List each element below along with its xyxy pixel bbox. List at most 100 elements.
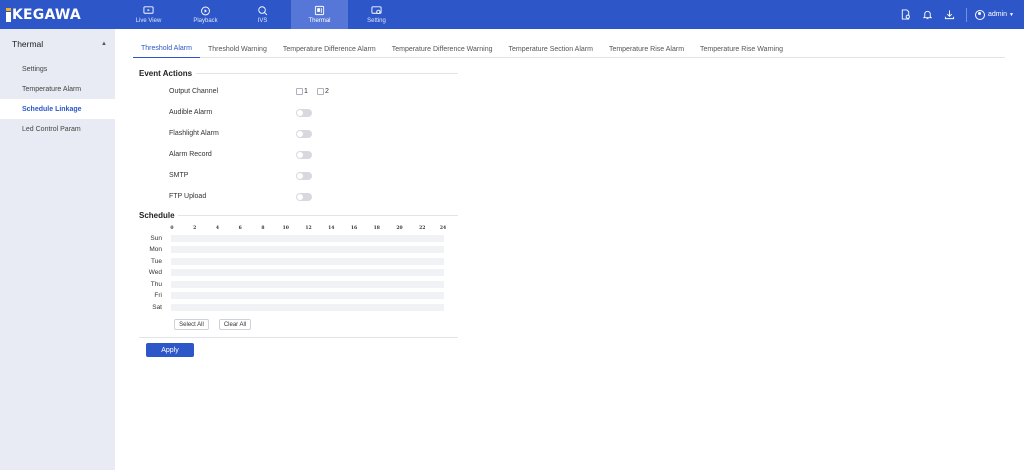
hour-label: 14 <box>328 226 335 231</box>
schedule-title: Schedule <box>139 211 175 220</box>
schedule-row-fri[interactable] <box>171 292 444 299</box>
setting-icon <box>371 6 382 14</box>
sidebar: Thermal ▲ Settings Temperature Alarm Sch… <box>0 29 115 470</box>
audible-alarm-label: Audible Alarm <box>169 109 213 116</box>
checkbox-label: 1 <box>304 88 308 95</box>
sidebar-item-settings[interactable]: Settings <box>0 59 115 79</box>
nav-label: IVS <box>257 18 268 24</box>
user-icon <box>974 9 985 20</box>
checkbox-box <box>317 88 324 95</box>
smtp-label: SMTP <box>169 172 189 179</box>
nav-label: Setting <box>367 18 386 24</box>
event-actions-title: Event Actions <box>139 69 193 78</box>
day-label-thu: Thu <box>150 281 162 288</box>
tab-temperature-rise-alarm[interactable]: Temperature Rise Alarm <box>601 40 692 58</box>
nav-label: Live View <box>135 18 162 24</box>
ivs-icon <box>258 6 268 16</box>
schedule-row-wed[interactable] <box>171 269 444 276</box>
nav-label: Playback <box>193 18 218 24</box>
alarm-record-toggle[interactable] <box>296 151 312 159</box>
tab-temperature-rise-warning[interactable]: Temperature Rise Warning <box>692 40 791 58</box>
sidebar-item-temperature-alarm[interactable]: Temperature Alarm <box>0 79 115 99</box>
smtp-toggle[interactable] <box>296 172 312 180</box>
tab-temperature-section-alarm[interactable]: Temperature Section Alarm <box>501 40 601 58</box>
sidebar-item-label: Led Control Param <box>22 125 81 133</box>
schedule-row-thu[interactable] <box>171 281 444 288</box>
top-right-tools: admin ▼ <box>900 0 1024 29</box>
schedule-row-mon[interactable] <box>171 246 444 253</box>
hour-label: 24 <box>439 226 447 231</box>
ftp-upload-toggle[interactable] <box>296 193 312 201</box>
day-label-fri: Fri <box>154 292 162 299</box>
bell-icon[interactable] <box>922 9 933 20</box>
clear-all-button[interactable]: Clear All <box>219 319 251 330</box>
day-label-tue: Tue <box>151 258 162 265</box>
day-label-wed: Wed <box>148 269 162 276</box>
sidebar-item-label: Temperature Alarm <box>22 85 82 93</box>
schedule-row-sat[interactable] <box>171 304 444 311</box>
output-channel-label: Output Channel <box>169 88 219 95</box>
hour-label: 0 <box>170 226 174 231</box>
main-nav: Live View Playback IVS Thermal Setting <box>120 0 405 29</box>
flashlight-alarm-toggle[interactable] <box>296 130 312 138</box>
sidebar-item-schedule-linkage[interactable]: Schedule Linkage <box>0 99 115 119</box>
hour-label: 10 <box>282 226 289 231</box>
playback-icon <box>201 6 210 16</box>
divider <box>965 7 967 22</box>
user-menu[interactable]: admin ▼ <box>974 9 1014 20</box>
nav-label: Thermal <box>308 18 331 24</box>
user-name: admin <box>987 11 1008 18</box>
nav-live-view[interactable]: Live View <box>120 0 177 29</box>
output-channel-2-checkbox[interactable]: 2 <box>317 88 329 95</box>
alarm-record-label: Alarm Record <box>169 151 212 158</box>
section-divider <box>196 73 458 74</box>
hour-label: 12 <box>305 226 312 231</box>
form-divider <box>139 337 458 338</box>
output-channel-1-checkbox[interactable]: 1 <box>296 88 308 95</box>
apply-button[interactable]: Apply <box>146 343 194 357</box>
nav-setting[interactable]: Setting <box>348 0 405 29</box>
chevron-up-icon: ▲ <box>101 41 107 47</box>
hour-label: 16 <box>350 226 358 231</box>
logo-text: KEGAWA <box>12 6 81 23</box>
hour-label: 6 <box>238 226 242 231</box>
sidebar-item-label: Settings <box>22 65 48 73</box>
audible-alarm-toggle[interactable] <box>296 109 312 117</box>
logo-mark-icon <box>6 7 11 22</box>
file-icon[interactable] <box>900 9 911 20</box>
thermal-icon <box>314 5 325 16</box>
alarm-tabs: Threshold Alarm Threshold Warning Temper… <box>133 40 1005 58</box>
day-label-mon: Mon <box>149 246 162 253</box>
hour-label: 4 <box>215 226 220 231</box>
schedule-row-sun[interactable] <box>171 235 444 242</box>
nav-thermal[interactable]: Thermal <box>291 0 348 29</box>
sidebar-item-led-control-param[interactable]: Led Control Param <box>0 119 115 139</box>
day-label-sat: Sat <box>152 304 162 311</box>
checkbox-box <box>296 88 303 95</box>
hour-label: 18 <box>373 226 380 231</box>
hour-label: 8 <box>261 226 265 231</box>
nav-playback[interactable]: Playback <box>177 0 234 29</box>
day-label-sun: Sun <box>150 235 162 242</box>
download-icon[interactable] <box>944 9 955 20</box>
nav-ivs[interactable]: IVS <box>234 0 291 29</box>
flashlight-alarm-label: Flashlight Alarm <box>169 130 219 137</box>
checkbox-label: 2 <box>325 88 329 95</box>
caret-down-icon: ▼ <box>1009 11 1014 18</box>
ftp-upload-label: FTP Upload <box>169 193 207 200</box>
monitor-icon <box>143 6 154 14</box>
sidebar-item-label: Schedule Linkage <box>22 105 82 113</box>
select-all-button[interactable]: Select All <box>174 319 209 330</box>
schedule-row-tue[interactable] <box>171 258 444 265</box>
tab-threshold-warning[interactable]: Threshold Warning <box>200 40 275 58</box>
hour-label: 20 <box>396 226 403 231</box>
section-divider <box>178 215 458 216</box>
tab-threshold-alarm[interactable]: Threshold Alarm <box>133 40 200 58</box>
sidebar-group-thermal[interactable]: Thermal ▲ <box>0 29 115 59</box>
sidebar-title: Thermal <box>12 39 44 49</box>
tab-temperature-difference-alarm[interactable]: Temperature Difference Alarm <box>275 40 384 58</box>
hour-label: 22 <box>419 226 426 231</box>
brand-logo: KEGAWA <box>6 6 81 23</box>
tab-temperature-difference-warning[interactable]: Temperature Difference Warning <box>384 40 501 58</box>
top-bar: KEGAWA Live View Playback IVS Thermal Se… <box>0 0 1024 29</box>
